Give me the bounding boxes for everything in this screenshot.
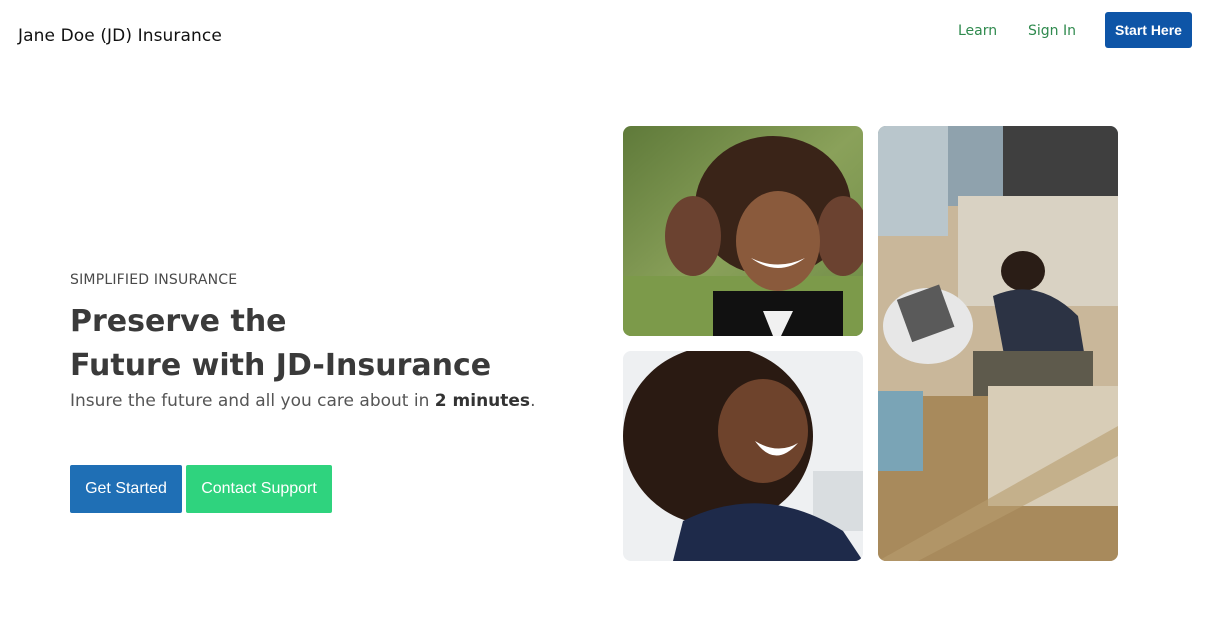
brand-logo-text[interactable]: Jane Doe (JD) Insurance <box>18 26 222 46</box>
woman-laughing-photo <box>623 351 863 561</box>
child-smiling-photo <box>623 126 863 336</box>
hero-subtext-bold: 2 minutes <box>434 391 531 411</box>
hero-subtext: Insure the future and all you care about… <box>70 391 535 411</box>
hero-subtext-after: . <box>530 391 536 411</box>
get-started-button[interactable]: Get Started <box>70 465 182 513</box>
contact-support-button[interactable]: Contact Support <box>186 465 332 513</box>
hero-headline-line-1: Preserve the <box>70 304 287 339</box>
hero-eyebrow: SIMPLIFIED INSURANCE <box>70 272 238 288</box>
nav-sign-in-link[interactable]: Sign In <box>1028 22 1076 40</box>
man-with-laptop-photo <box>878 126 1118 561</box>
nav-learn-link[interactable]: Learn <box>958 22 997 40</box>
hero-headline-line-2: Future with JD-Insurance <box>70 348 492 383</box>
hero-subtext-before: Insure the future and all you care about… <box>70 391 435 411</box>
hero-headline: Preserve the Future with JD-Insurance <box>70 300 491 388</box>
start-here-button[interactable]: Start Here <box>1105 12 1192 48</box>
